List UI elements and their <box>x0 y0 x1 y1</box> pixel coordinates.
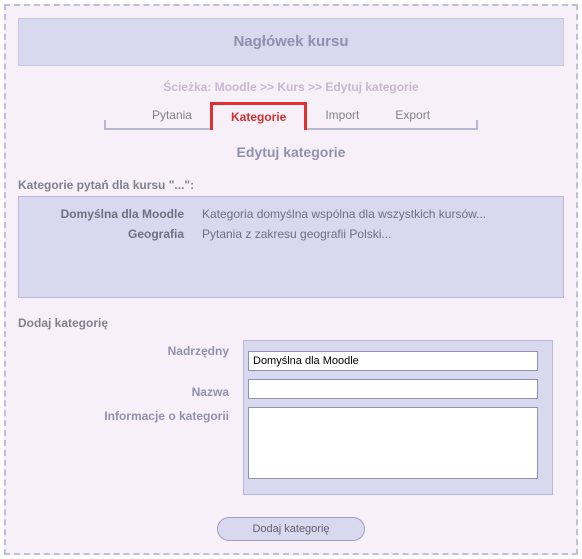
info-textarea[interactable] <box>248 407 538 479</box>
tab-kategorie[interactable]: Kategorie <box>210 102 307 130</box>
form-row-parent: Nadrzędny <box>18 340 564 495</box>
category-row: Geografia Pytania z zakresu geografii Po… <box>27 227 555 241</box>
course-header-banner: Nagłówek kursu <box>18 18 564 66</box>
section-title: Edytuj kategorie <box>18 144 564 160</box>
form-container <box>243 340 553 495</box>
button-row: Dodaj kategorię <box>18 517 564 541</box>
parent-input[interactable] <box>248 351 538 371</box>
categories-heading: Kategorie pytań dla kursu "...": <box>18 178 564 192</box>
tab-bracket-left <box>104 120 134 130</box>
categories-box: Domyślna dla Moodle Kategoria domyślna w… <box>18 196 564 298</box>
category-desc: Kategoria domyślna wspólna dla wszystkic… <box>202 207 486 221</box>
category-name: Geografia <box>27 227 202 241</box>
breadcrumb: Ścieżka: Moodle >> Kurs >> Edytuj katego… <box>18 66 564 102</box>
category-row: Domyślna dla Moodle Kategoria domyślna w… <box>27 207 555 221</box>
add-category-button[interactable]: Dodaj kategorię <box>217 517 364 541</box>
category-desc: Pytania z zakresu geografii Polski... <box>202 227 391 241</box>
name-input[interactable] <box>248 379 538 399</box>
tabs-row: Pytania Kategorie Import Export <box>18 102 564 130</box>
tab-pytania[interactable]: Pytania <box>134 102 210 130</box>
add-category-heading: Dodaj kategorię <box>18 316 564 330</box>
tab-export[interactable]: Export <box>377 102 448 130</box>
page-container: Nagłówek kursu Ścieżka: Moodle >> Kurs >… <box>4 4 578 555</box>
tab-bracket-right <box>448 120 478 130</box>
course-header-title: Nagłówek kursu <box>233 33 348 50</box>
category-name: Domyślna dla Moodle <box>27 207 202 221</box>
tab-import[interactable]: Import <box>307 102 377 130</box>
label-parent: Nadrzędny <box>18 340 243 495</box>
